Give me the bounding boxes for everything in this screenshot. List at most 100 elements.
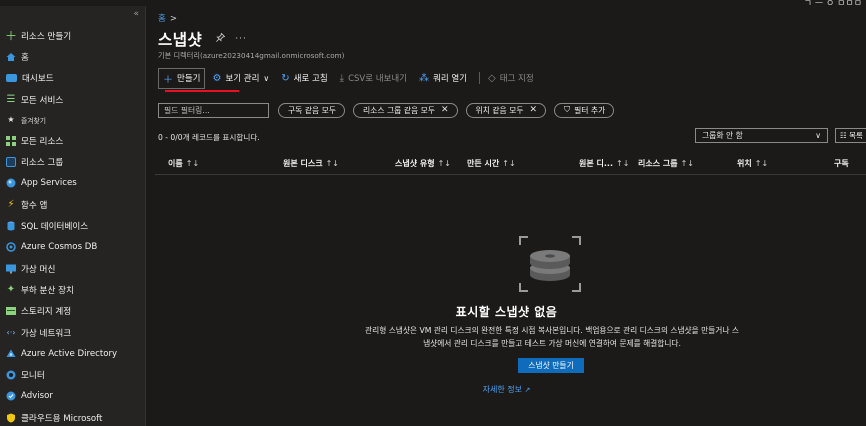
sidebar-item-label: 가상 머신 [21,264,56,275]
sidebar-item-label: 대시보드 [22,74,54,85]
create-button[interactable]: ＋ 만들기 [158,67,206,89]
tag-icon: ◇ [488,72,496,84]
sql-database-icon [6,221,16,231]
dashboard-icon [6,74,17,83]
filter-bar: 구독 같음 모두 리소스 그룹 같음 모두 ✕ 위치 같음 모두 ✕ ⛉ 필터 … [158,102,622,118]
sidebar-item-label: 모든 서비스 [21,95,64,106]
chevron-down-icon: ∨ [815,131,821,140]
learn-more-link[interactable]: 자세한 정보 ↗ [147,384,866,395]
manage-view-label: 보기 관리 [225,74,260,84]
export-csv-button[interactable]: ⤓ CSV로 내보내기 [340,72,407,85]
collapse-sidebar-button[interactable]: « [133,9,139,19]
refresh-label: 새로 고침 [293,74,328,84]
resource-group-icon [6,157,16,168]
grid-icon [6,135,16,146]
sidebar-section-favorites: ★ 즐겨찾기 [0,110,146,130]
plus-icon: ＋ [163,74,173,86]
sidebar-item-storage-accounts[interactable]: 스토리지 계정 [0,301,146,322]
resource-group-filter-label: 리소스 그룹 같음 모두 [363,105,435,115]
column-header-source-disk[interactable]: 원본 디스크 ↑↓ [283,158,339,169]
resource-group-filter-pill[interactable]: 리소스 그룹 같음 모두 ✕ [353,102,458,118]
assign-tags-button[interactable]: ◇ 태그 지정 [488,72,534,85]
sidebar-item-label: 모니터 [21,371,45,382]
subscription-filter-label: 구독 같음 모두 [288,105,336,115]
column-header-location[interactable]: 위치 ↑↓ [737,158,768,169]
sidebar-item-label: Advisor [21,391,53,402]
filter-input[interactable] [158,102,269,118]
sidebar-item-load-balancers[interactable]: ✦ 부하 분산 장치 [0,279,146,300]
create-button-label: 만들기 [177,74,201,84]
gear-icon: ⚙ [212,72,222,84]
monitor-icon [6,370,16,380]
sidebar-item-monitor[interactable]: 모니터 [0,364,146,385]
virtual-network-icon: ‹·› [6,327,16,337]
grouping-dropdown[interactable]: 그룹화 안 함 ∨ [695,128,828,143]
sidebar-item-label: 모든 리소스 [21,136,64,147]
snapshot-empty-icon [518,235,582,293]
sidebar-nav: ＋ 리소스 만들기 홈 대시보드 ☰ 모든 서비스 ★ 즐겨찾기 모든 리소스 [0,25,146,426]
sidebar-item-defender[interactable]: 클라우드용 Microsoft [0,407,146,426]
cosmos-db-icon [6,242,16,253]
sidebar-item-active-directory[interactable]: Azure Active Directory [0,343,146,364]
refresh-button[interactable]: ↻ 새로 고침 [281,72,328,85]
sidebar-item-resource-groups[interactable]: 리소스 그룹 [0,151,146,172]
function-app-icon: ⚡ [7,198,15,210]
sidebar-item-sql-database[interactable]: SQL 데이터베이스 [0,215,146,236]
sidebar-item-label: App Services [21,178,77,189]
sidebar-item-app-services[interactable]: App Services [0,173,146,194]
column-header-source-disk-2[interactable]: 원본 디... ↑↓ [579,158,629,169]
sidebar-item-all-resources[interactable]: 모든 리소스 [0,130,146,151]
load-balancer-icon: ✦ [6,283,16,295]
active-directory-icon [6,349,16,359]
main-content: 홈 > 스냅샷 ··· 기본 디렉터리(azure20230414gmail.on… [147,6,866,426]
refresh-icon: ↻ [281,72,290,84]
query-icon: ⁂ [419,72,430,84]
sidebar-item-label: 즐겨찾기 [21,117,47,126]
sidebar-item-label: 홈 [21,52,29,63]
sidebar-item-function-app[interactable]: ⚡ 함수 앱 [0,194,146,215]
sidebar-item-label: 리소스 만들기 [21,31,72,42]
filter-icon: ⛉ [564,105,571,114]
open-query-button[interactable]: ⁂ 쿼리 열기 [419,72,468,85]
sidebar-item-label: Azure Active Directory [21,348,118,359]
more-options-icon[interactable]: ··· [235,34,247,44]
empty-state-description: 관리형 스냅샷은 VM 관리 디스크의 완전한 특정 시점 복사본입니다. 백업… [322,324,782,350]
pin-icon[interactable] [216,32,226,45]
column-header-snapshot-type[interactable]: 스냅샷 유형 ↑↓ [395,158,451,169]
sidebar-item-create-resource[interactable]: ＋ 리소스 만들기 [0,25,146,46]
sidebar-item-label: 클라우드용 Microsoft [21,413,103,424]
location-filter-pill[interactable]: 위치 같음 모두 ✕ [465,102,547,118]
sidebar-item-all-services[interactable]: ☰ 모든 서비스 [0,89,146,110]
virtual-machine-icon [6,264,16,274]
close-icon[interactable]: ✕ [441,105,449,115]
sidebar-item-advisor[interactable]: Advisor [0,386,146,407]
subscription-filter-pill[interactable]: 구독 같음 모두 [278,102,345,118]
sidebar-item-virtual-networks[interactable]: ‹·› 가상 네트워크 [0,322,146,343]
sidebar-item-dashboard[interactable]: 대시보드 [0,68,146,89]
command-bar: ＋ 만들기 ⚙ 보기 관리 ∨ ↻ 새로 고침 ⤓ CSV로 내보내기 ⁂ 쿼리… [158,67,546,89]
empty-state-description-line-2: 냅샷에서 관리 디스크를 만들고 테스트 가상 머신에 연결하여 문제를 해결합… [423,339,681,348]
close-icon[interactable]: ✕ [530,105,538,115]
manage-view-button[interactable]: ⚙ 보기 관리 ∨ [212,72,269,85]
create-snapshot-button[interactable]: 스냅샷 만들기 [518,358,584,373]
sidebar-item-label: 리소스 그룹 [21,158,64,169]
plus-icon: ＋ [5,28,18,43]
column-header-resource-group[interactable]: 리소스 그룹 ↑↓ [638,158,694,169]
page-title: 스냅샷 [158,31,203,49]
storage-account-icon [6,306,16,316]
red-underline-annotation [165,90,239,92]
column-header-subscription[interactable]: 구독 [834,158,852,169]
home-icon [6,52,16,62]
column-header-created-time[interactable]: 만든 시간 ↑↓ [467,158,516,169]
sidebar-item-label: 스토리지 계정 [21,307,72,318]
list-view-dropdown[interactable]: ☷ 목록 [835,128,866,143]
sidebar-item-cosmos-db[interactable]: Azure Cosmos DB [0,237,146,258]
table-header: 이름 ↑↓ 원본 디스크 ↑↓ 스냅샷 유형 ↑↓ 만든 시간 ↑↓ 원본 디... ↑↓… [155,154,866,175]
add-filter-button[interactable]: ⛉ 필터 추가 [554,102,615,118]
sidebar-item-home[interactable]: 홈 [0,46,146,67]
sidebar-item-virtual-machines[interactable]: 가상 머신 [0,258,146,279]
column-header-name[interactable]: 이름 ↑↓ [168,158,199,169]
open-query-label: 쿼리 열기 [433,74,468,84]
breadcrumb-home-link[interactable]: 홈 [158,14,166,24]
sidebar-item-label: SQL 데이터베이스 [21,222,89,233]
